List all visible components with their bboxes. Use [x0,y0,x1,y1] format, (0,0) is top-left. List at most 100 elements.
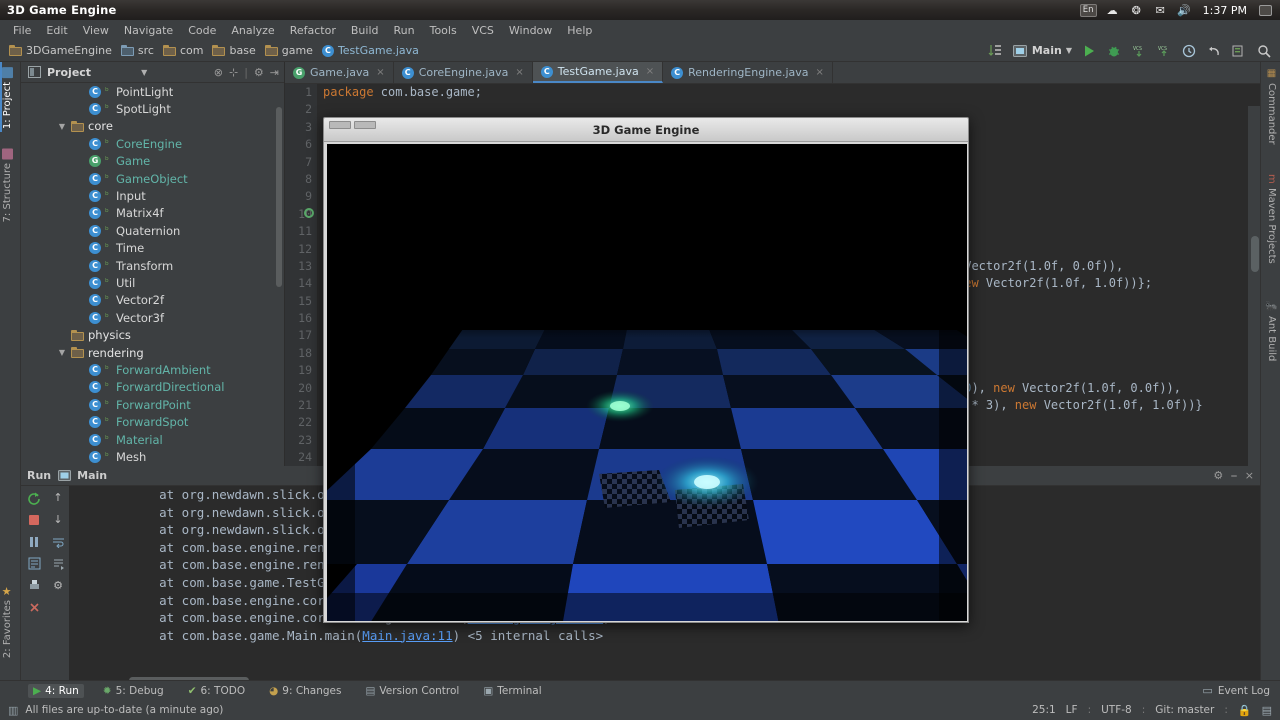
stacktrace-link[interactable]: Main.java:11 [362,628,452,643]
project-tree-scrollbar[interactable] [276,107,282,287]
weather-icon[interactable]: ☁ [1105,3,1120,17]
trace-icon[interactable] [27,556,42,571]
menu-vcs[interactable]: VCS [465,22,501,39]
breadcrumb-src[interactable]: src [118,43,160,58]
menu-build[interactable]: Build [344,22,386,39]
scroll-to-end-icon[interactable] [51,556,66,571]
tool-bar-item-terminal[interactable]: ▣ Terminal [478,684,546,698]
tree-item[interactable]: Gᵇ Game [21,153,284,170]
line-separator[interactable]: LF [1066,704,1078,716]
minimize-icon[interactable]: ⎯ [1231,469,1237,483]
event-log-label[interactable]: Event Log [1218,685,1270,697]
undo-button[interactable] [1206,43,1222,59]
menu-view[interactable]: View [76,22,116,39]
tab-coreengine-java[interactable]: C CoreEngine.java × [394,62,533,83]
run-configuration-selector[interactable]: Main ▼ [1012,43,1072,59]
tab-game-java[interactable]: G Game.java × [285,62,394,83]
mail-icon[interactable]: ✉ [1153,3,1168,17]
stop-icon[interactable] [27,512,42,527]
editor-gutter[interactable]: 1236789101112131415161718192021222324252… [285,84,317,466]
settings-gear-icon[interactable]: ⚙ [254,66,264,79]
rerun-icon[interactable] [27,490,42,505]
console-settings-icon[interactable]: ⚙ [51,578,66,593]
hide-icon[interactable]: ⇥ [270,66,279,79]
chevron-down-icon[interactable]: ▼ [141,68,147,77]
tree-item[interactable]: ▼ rendering [21,344,284,361]
tool-bar-item-todo[interactable]: ✔ 6: TODO [183,684,250,698]
game-window-titlebar[interactable]: 3D Game Engine [324,118,968,142]
clock[interactable]: 1:37 PM [1201,4,1249,17]
collapse-all-icon[interactable]: ⊗ [214,66,223,79]
volume-icon[interactable]: 🔊 [1177,3,1192,17]
project-tree[interactable]: Cᵇ PointLight Cᵇ SpotLight ▼ core Cᵇ CoreEngine… [21,83,284,466]
tree-item[interactable]: Cᵇ Mesh [21,448,284,465]
menu-code[interactable]: Code [181,22,223,39]
vcs-commit-button[interactable]: VCS [1156,43,1172,59]
sidebar-item-ant-build[interactable]: 🐜 Ant Build [1266,300,1277,362]
editor-scrollbar[interactable] [1248,106,1260,466]
tool-bar-item-version-control[interactable]: ▤ Version Control [361,684,465,698]
sidebar-item-project[interactable]: 1: Project [2,67,13,129]
history-button[interactable] [1181,43,1197,59]
tree-item[interactable]: Cᵇ Quaternion [21,222,284,239]
sidebar-item-maven[interactable]: m Maven Projects [1266,174,1277,264]
close-icon[interactable]: × [1245,469,1254,483]
menu-file[interactable]: File [6,22,38,39]
target-icon[interactable]: ⊹ [229,66,238,79]
menu-tools[interactable]: Tools [423,22,464,39]
scrollbar-thumb[interactable] [1251,236,1259,272]
close-icon[interactable]: × [816,67,824,78]
clear-all-icon[interactable] [27,600,42,615]
breadcrumb-module[interactable]: 3DGameEngine [6,43,118,58]
tree-item[interactable]: Cᵇ Time [21,240,284,257]
git-branch[interactable]: Git: master [1155,704,1214,716]
tree-item[interactable]: Cᵇ ForwardDirectional [21,379,284,396]
expander-icon[interactable]: ▼ [57,348,67,357]
scroll-up-icon[interactable]: ↑ [51,490,66,505]
settings-gear-icon[interactable]: ⚙ [1213,469,1223,483]
tree-item[interactable]: Cᵇ ForwardSpot [21,413,284,430]
run-gutter-marker-icon[interactable] [304,208,314,218]
tab-testgame-java[interactable]: C TestGame.java × [532,62,664,83]
soft-wrap-icon[interactable] [51,534,66,549]
menu-analyze[interactable]: Analyze [224,22,281,39]
window-button-2[interactable] [354,121,376,129]
sort-icon[interactable] [987,43,1003,59]
breadcrumb-game[interactable]: game [262,43,319,58]
sidebar-item-favorites[interactable]: 2: Favorites ★ [0,585,13,658]
expander-icon[interactable]: ▼ [57,122,67,131]
run-button[interactable] [1081,43,1097,59]
close-icon[interactable]: × [646,66,654,77]
menu-help[interactable]: Help [560,22,599,39]
tree-item[interactable]: Cᵇ Util [21,274,284,291]
tree-item[interactable]: Cᵇ Material [21,431,284,448]
tree-item[interactable]: physics [21,326,284,343]
tree-item[interactable]: Cᵇ CoreEngine [21,135,284,152]
inspect-button[interactable] [1231,43,1247,59]
game-window[interactable]: 3D Game Engine [323,117,969,623]
sidebar-item-commander[interactable]: ▦ Commander [1266,68,1277,145]
tree-item[interactable]: Cᵇ ForwardPoint [21,396,284,413]
menu-edit[interactable]: Edit [39,22,74,39]
bluetooth-icon[interactable]: ❂ [1129,3,1144,17]
tree-item[interactable]: ▼ core [21,118,284,135]
tool-bar-item-run[interactable]: ▶ 4: Run [28,683,84,698]
menu-run[interactable]: Run [387,22,422,39]
tree-item[interactable]: Cᵇ SpotLight [21,100,284,117]
sidebar-item-structure[interactable]: 7: Structure [2,148,13,222]
tree-item[interactable]: Cᵇ Vector3f [21,309,284,326]
debug-button[interactable] [1106,43,1122,59]
menu-refactor[interactable]: Refactor [283,22,343,39]
tree-item[interactable]: Cᵇ Matrix4f [21,205,284,222]
vcs-update-button[interactable]: VCS [1131,43,1147,59]
tree-item[interactable]: Cᵇ PointLight [21,83,284,100]
lock-icon[interactable]: 🔒 [1238,704,1252,717]
window-button-1[interactable] [329,121,351,129]
tab-renderingengine-java[interactable]: C RenderingEngine.java × [663,62,833,83]
close-icon[interactable]: × [376,67,384,78]
menu-window[interactable]: Window [502,22,559,39]
tool-bar-item-changes[interactable]: ◕ 9: Changes [264,684,346,698]
session-menu-icon[interactable] [1258,3,1273,17]
tree-item[interactable]: Cᵇ Vector2f [21,292,284,309]
print-icon[interactable] [27,578,42,593]
